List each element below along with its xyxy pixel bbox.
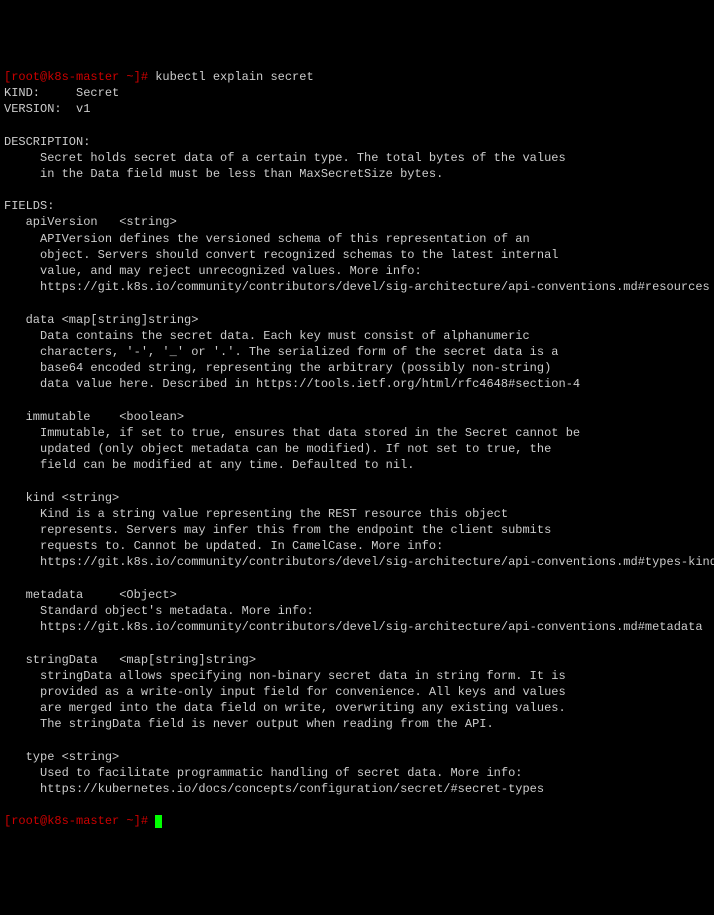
cursor (155, 815, 162, 828)
field-line: Kind is a string value representing the … (4, 507, 508, 521)
field-type-header: type <string> (4, 750, 119, 764)
field-line: value, and may reject unrecognized value… (4, 264, 422, 278)
field-line: provided as a write-only input field for… (4, 685, 566, 699)
field-apiversion-header: apiVersion <string> (4, 215, 177, 229)
field-line: requests to. Cannot be updated. In Camel… (4, 539, 443, 553)
field-line: Data contains the secret data. Each key … (4, 329, 530, 343)
field-line: updated (only object metadata can be mod… (4, 442, 551, 456)
fields-header: FIELDS: (4, 199, 54, 213)
field-line: The stringData field is never output whe… (4, 717, 494, 731)
field-line: data value here. Described in https://to… (4, 377, 580, 391)
command-text: kubectl explain secret (155, 70, 313, 84)
field-line: https://git.k8s.io/community/contributor… (4, 280, 710, 294)
kind-value: Secret (76, 86, 119, 100)
field-line: Standard object's metadata. More info: (4, 604, 314, 618)
prompt-user-host: [root@k8s-master ~]# (4, 70, 155, 84)
field-line: represents. Servers may infer this from … (4, 523, 551, 537)
terminal-output[interactable]: [root@k8s-master ~]# kubectl explain sec… (4, 69, 710, 830)
version-label: VERSION: (4, 102, 76, 116)
description-line: in the Data field must be less than MaxS… (4, 167, 443, 181)
field-line: https://git.k8s.io/community/contributor… (4, 620, 703, 634)
field-line: https://git.k8s.io/community/contributor… (4, 555, 714, 569)
field-stringdata-header: stringData <map[string]string> (4, 653, 256, 667)
field-immutable-header: immutable <boolean> (4, 410, 184, 424)
field-line: Used to facilitate programmatic handling… (4, 766, 522, 780)
field-line: stringData allows specifying non-binary … (4, 669, 566, 683)
field-line: characters, '-', '_' or '.'. The seriali… (4, 345, 559, 359)
prompt-user-host: [root@k8s-master ~]# (4, 814, 155, 828)
field-metadata-header: metadata <Object> (4, 588, 177, 602)
version-value: v1 (76, 102, 90, 116)
description-line: Secret holds secret data of a certain ty… (4, 151, 566, 165)
field-kind-header: kind <string> (4, 491, 119, 505)
field-line: APIVersion defines the versioned schema … (4, 232, 530, 246)
field-line: object. Servers should convert recognize… (4, 248, 559, 262)
field-line: https://kubernetes.io/docs/concepts/conf… (4, 782, 544, 796)
field-line: field can be modified at any time. Defau… (4, 458, 414, 472)
kind-label: KIND: (4, 86, 76, 100)
field-line: Immutable, if set to true, ensures that … (4, 426, 580, 440)
field-line: base64 encoded string, representing the … (4, 361, 551, 375)
field-line: are merged into the data field on write,… (4, 701, 566, 715)
description-header: DESCRIPTION: (4, 135, 90, 149)
field-data-header: data <map[string]string> (4, 313, 198, 327)
